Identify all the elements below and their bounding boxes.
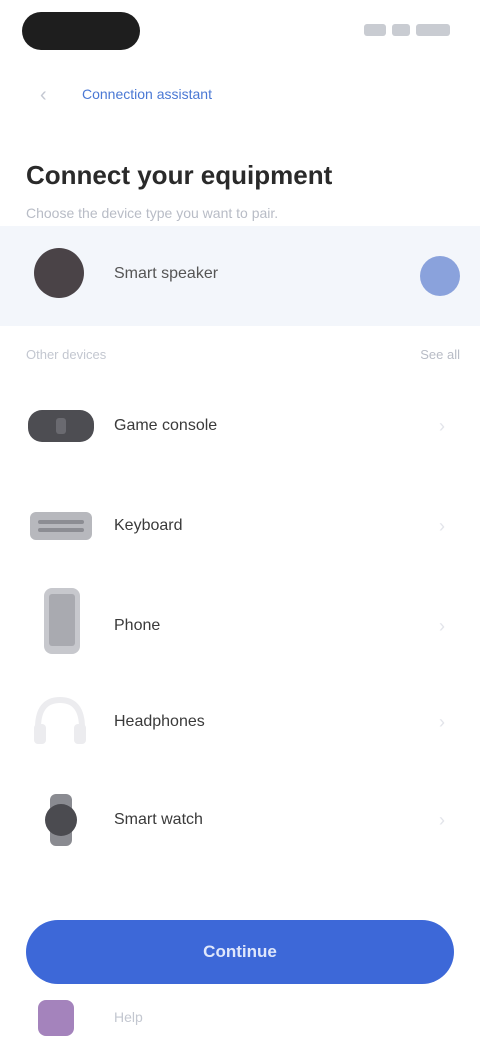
chevron-right-icon: › [439,416,445,436]
keyboard-icon [30,512,92,540]
device-label: Keyboard [114,517,183,534]
wifi-icon [392,24,410,36]
phone-icon [44,588,80,654]
chevron-right-icon: › [439,712,445,732]
arrow-left-icon[interactable]: ‹ [40,84,62,106]
chevron-right-icon: › [439,810,445,830]
selected-device-label: Smart speaker [114,265,219,282]
watch-icon [45,794,77,846]
signal-icon [364,24,386,36]
status-bar [0,0,480,66]
device-label: Game console [114,417,218,434]
help-label[interactable]: Help [114,1008,234,1026]
chevron-right-icon: › [439,616,445,636]
device-label: Phone [114,617,161,634]
chevron-right-icon: › [439,516,445,536]
speaker-icon [34,248,84,298]
nav-link[interactable]: Connection assistant [82,86,292,102]
help-icon[interactable] [34,996,78,1036]
status-time-pill [22,12,140,50]
see-all-link[interactable]: See all [376,346,460,364]
status-icons [354,22,450,38]
device-label: Headphones [114,713,205,730]
device-label: Smart watch [114,811,203,828]
page-subtitle: Choose the device type you want to pair. [26,205,279,221]
headphones-icon [34,696,86,744]
section-title: Other devices [26,347,107,362]
battery-icon [416,24,450,36]
continue-button[interactable]: Continue [26,920,454,984]
gamepad-icon [28,410,94,442]
radio-selected-icon[interactable] [420,256,460,296]
page-title: Connect your equipment [26,160,333,190]
